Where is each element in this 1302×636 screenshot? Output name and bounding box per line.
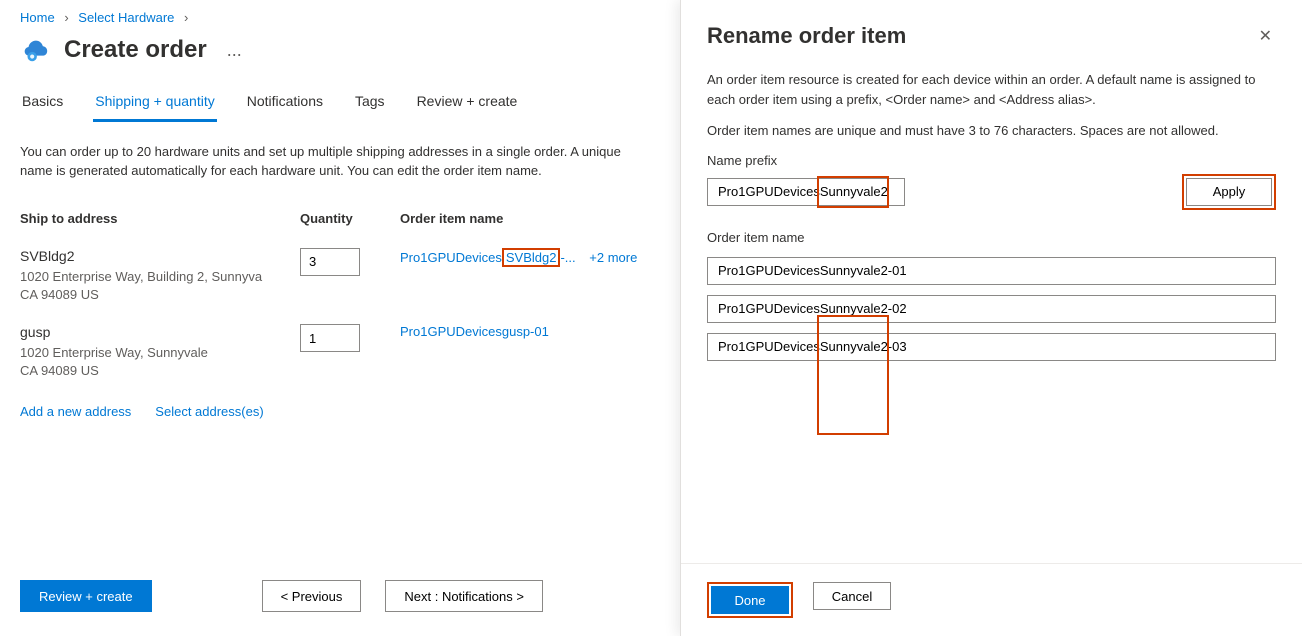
order-item-name-input[interactable]: [707, 257, 1276, 285]
address-alias: gusp: [20, 324, 300, 340]
panel-footer: Done Cancel: [681, 563, 1302, 636]
col-ship-to-address: Ship to address: [20, 211, 300, 226]
cloud-icon: [20, 35, 50, 65]
order-item-name-label: Order item name: [707, 230, 1276, 245]
address-row: SVBldg2 1020 Enterprise Way, Building 2,…: [20, 234, 640, 310]
address-alias: SVBldg2: [20, 248, 300, 264]
col-order-item-name: Order item name: [400, 211, 640, 226]
tab-content: You can order up to 20 hardware units an…: [0, 123, 660, 457]
select-addresses-link[interactable]: Select address(es): [155, 404, 263, 419]
previous-button[interactable]: < Previous: [262, 580, 362, 612]
tab-shipping-quantity[interactable]: Shipping + quantity: [93, 83, 216, 122]
name-prefix-label: Name prefix: [707, 153, 1276, 168]
next-button[interactable]: Next : Notifications >: [385, 580, 543, 612]
rename-order-item-panel: Rename order item ✕ An order item resour…: [680, 0, 1302, 636]
order-item-name-link[interactable]: Pro1GPUDevicesSVBldg2-...: [400, 250, 579, 265]
done-button[interactable]: Done: [711, 586, 789, 614]
address-actions: Add a new address Select address(es): [20, 386, 640, 437]
review-create-button[interactable]: Review + create: [20, 580, 152, 612]
close-icon[interactable]: ✕: [1255, 22, 1276, 50]
order-item-name-input[interactable]: [707, 295, 1276, 323]
help-text: You can order up to 20 hardware units an…: [20, 143, 640, 181]
highlight-box: Done: [707, 582, 793, 618]
tab-notifications[interactable]: Notifications: [245, 83, 325, 122]
order-item-name-input[interactable]: [707, 333, 1276, 361]
apply-button[interactable]: Apply: [1186, 178, 1272, 206]
quantity-input[interactable]: [300, 324, 360, 352]
tab-tags[interactable]: Tags: [353, 83, 387, 122]
name-prefix-input[interactable]: [707, 178, 905, 206]
more-items-link[interactable]: +2 more: [589, 250, 637, 265]
panel-description: An order item resource is created for ea…: [707, 70, 1276, 109]
table-header-row: Ship to address Quantity Order item name: [20, 203, 640, 234]
panel-description: Order item names are unique and must hav…: [707, 121, 1276, 141]
order-item-name-link[interactable]: Pro1GPUDevicesgusp-01: [400, 324, 549, 339]
more-menu-button[interactable]: ...: [221, 40, 248, 61]
tab-basics[interactable]: Basics: [20, 83, 65, 122]
chevron-right-icon: ›: [64, 10, 68, 25]
quantity-input[interactable]: [300, 248, 360, 276]
chevron-right-icon: ›: [184, 10, 188, 25]
tab-review-create[interactable]: Review + create: [415, 83, 520, 122]
wizard-footer: Review + create < Previous Next : Notifi…: [20, 580, 543, 612]
col-quantity: Quantity: [300, 211, 400, 226]
panel-title: Rename order item: [707, 23, 906, 49]
highlight-box: SVBldg2: [502, 248, 561, 268]
highlight-box: Apply: [1182, 174, 1276, 210]
address-row: gusp 1020 Enterprise Way, Sunnyvale CA 9…: [20, 310, 640, 386]
address-detail: 1020 Enterprise Way, Sunnyvale CA 94089 …: [20, 344, 280, 380]
cancel-button[interactable]: Cancel: [813, 582, 891, 610]
breadcrumb-select-hardware[interactable]: Select Hardware: [78, 10, 174, 25]
page-title: Create order: [64, 36, 207, 64]
add-address-link[interactable]: Add a new address: [20, 404, 131, 419]
address-detail: 1020 Enterprise Way, Building 2, Sunnyva…: [20, 268, 280, 304]
breadcrumb-home[interactable]: Home: [20, 10, 55, 25]
